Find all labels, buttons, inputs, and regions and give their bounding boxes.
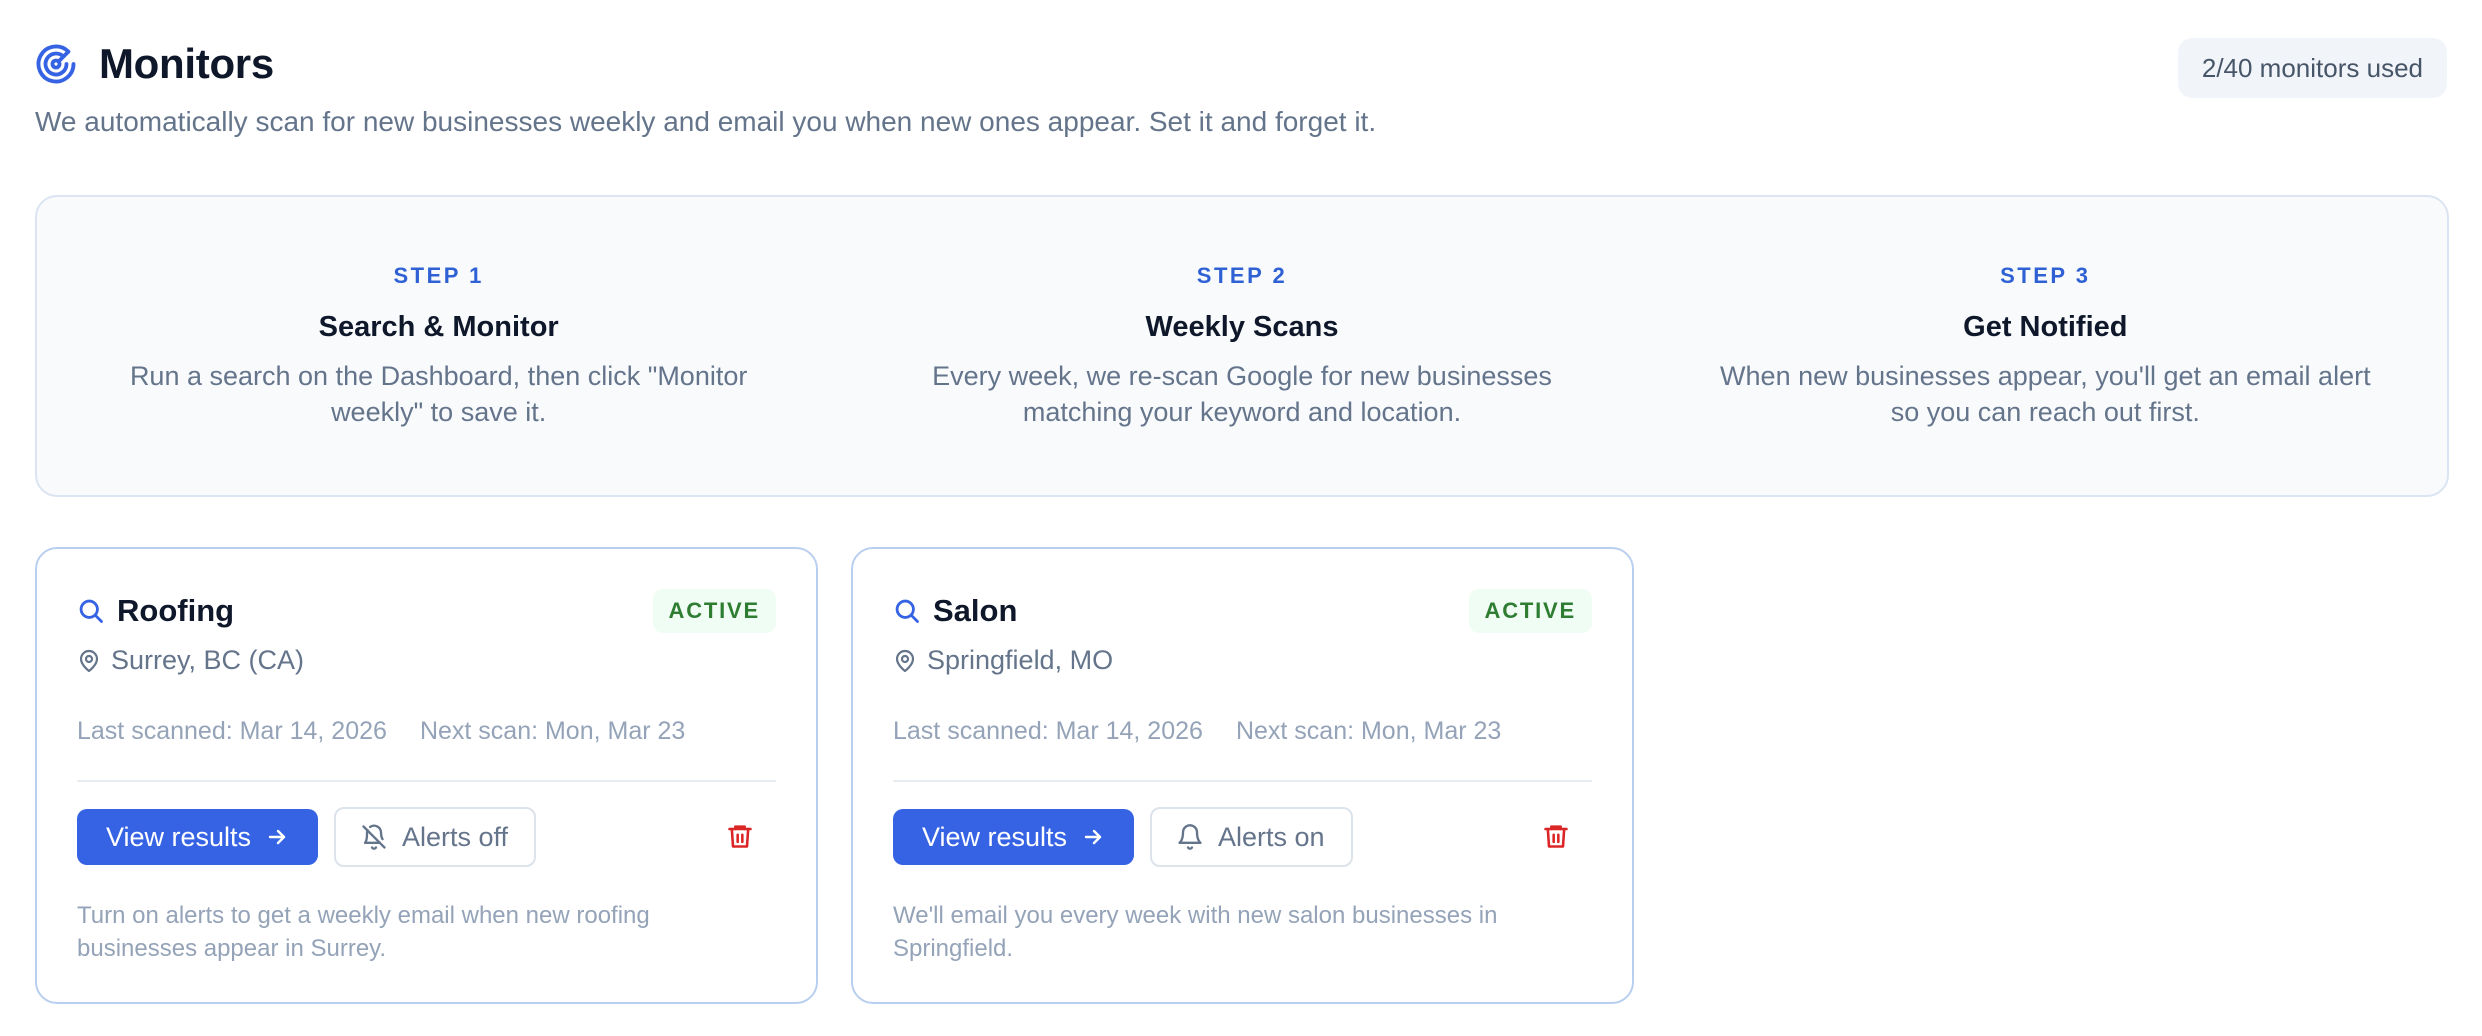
scan-schedule: Last scanned: Mar 14, 2026 Next scan: Mo…	[77, 717, 685, 746]
bell-icon	[1178, 824, 1202, 850]
view-results-button[interactable]: View results	[77, 809, 318, 865]
map-pin-icon	[895, 649, 915, 672]
step-heading: Weekly Scans	[1145, 311, 1339, 343]
monitor-usage-badge: 2/40 monitors used	[2177, 38, 2447, 98]
page-header: Monitors	[35, 40, 274, 88]
step-label: STEP 1	[393, 263, 484, 288]
step-1: STEP 1 Search & Monitor Run a search on …	[37, 197, 840, 495]
step-label: STEP 2	[1196, 263, 1288, 288]
step-heading: Get Notified	[1963, 311, 2128, 343]
toggle-alerts-button[interactable]: Alerts off	[334, 807, 537, 867]
alerts-label: Alerts on	[1218, 821, 1325, 852]
last-scanned: Last scanned: Mar 14, 2026	[77, 717, 387, 745]
delete-trash-icon[interactable]	[726, 821, 754, 851]
view-results-label: View results	[105, 821, 252, 852]
monitor-card-salon: Salon ACTIVE Springfield, MO Last scanne…	[851, 547, 1634, 1004]
map-pin-icon	[79, 649, 99, 672]
status-badge: ACTIVE	[1468, 589, 1592, 633]
arrow-right-icon	[268, 829, 286, 845]
step-description: Every week, we re-scan Google for new bu…	[932, 361, 1552, 427]
last-scanned: Last scanned: Mar 14, 2026	[893, 717, 1203, 745]
view-results-button[interactable]: View results	[893, 809, 1134, 865]
delete-trash-icon[interactable]	[1542, 821, 1570, 851]
step-description: When new businesses appear, you'll get a…	[1720, 361, 2371, 427]
search-icon	[79, 599, 103, 623]
step-heading: Search & Monitor	[318, 311, 559, 343]
monitor-keyword: Roofing	[117, 593, 235, 628]
monitor-card-roofing: Roofing ACTIVE Surrey, BC (CA) Last scan…	[35, 547, 818, 1004]
scan-schedule: Last scanned: Mar 14, 2026 Next scan: Mo…	[893, 717, 1501, 746]
monitor-keyword: Salon	[933, 593, 1018, 628]
alerts-hint: We'll email you every week with new salo…	[893, 902, 1498, 962]
monitor-location-row: Surrey, BC (CA)	[77, 645, 304, 676]
view-results-label: View results	[921, 821, 1068, 852]
alerts-label: Alerts off	[402, 821, 509, 852]
card-divider	[77, 780, 776, 782]
next-scan: Next scan: Mon, Mar 23	[419, 717, 686, 745]
radar-icon	[36, 44, 76, 84]
how-it-works-panel: STEP 1 Search & Monitor Run a search on …	[35, 195, 2449, 497]
bell-off-icon	[362, 824, 386, 850]
toggle-alerts-button[interactable]: Alerts on	[1150, 807, 1353, 867]
status-badge: ACTIVE	[652, 589, 776, 633]
card-divider	[893, 780, 1592, 782]
page-subtitle: We automatically scan for new businesses…	[35, 106, 1377, 137]
step-2: STEP 2 Weekly Scans Every week, we re-sc…	[840, 197, 1643, 495]
monitor-location-row: Springfield, MO	[893, 645, 1113, 676]
next-scan: Next scan: Mon, Mar 23	[1235, 717, 1502, 745]
step-label: STEP 3	[2000, 263, 2091, 288]
monitor-title-row: Salon	[893, 593, 1017, 629]
step-description: Run a search on the Dashboard, then clic…	[129, 361, 748, 427]
monitor-title-row: Roofing	[77, 593, 234, 629]
search-icon	[895, 599, 919, 623]
page-title: Monitors	[99, 40, 274, 87]
monitors-page: Monitors We automatically scan for new b…	[0, 0, 2482, 1036]
alerts-hint: Turn on alerts to get a weekly email whe…	[77, 902, 650, 962]
step-3: STEP 3 Get Notified When new businesses …	[1644, 197, 2447, 495]
monitor-location: Springfield, MO	[927, 645, 1114, 675]
arrow-right-icon	[1084, 829, 1102, 845]
monitor-location: Surrey, BC (CA)	[111, 645, 305, 675]
